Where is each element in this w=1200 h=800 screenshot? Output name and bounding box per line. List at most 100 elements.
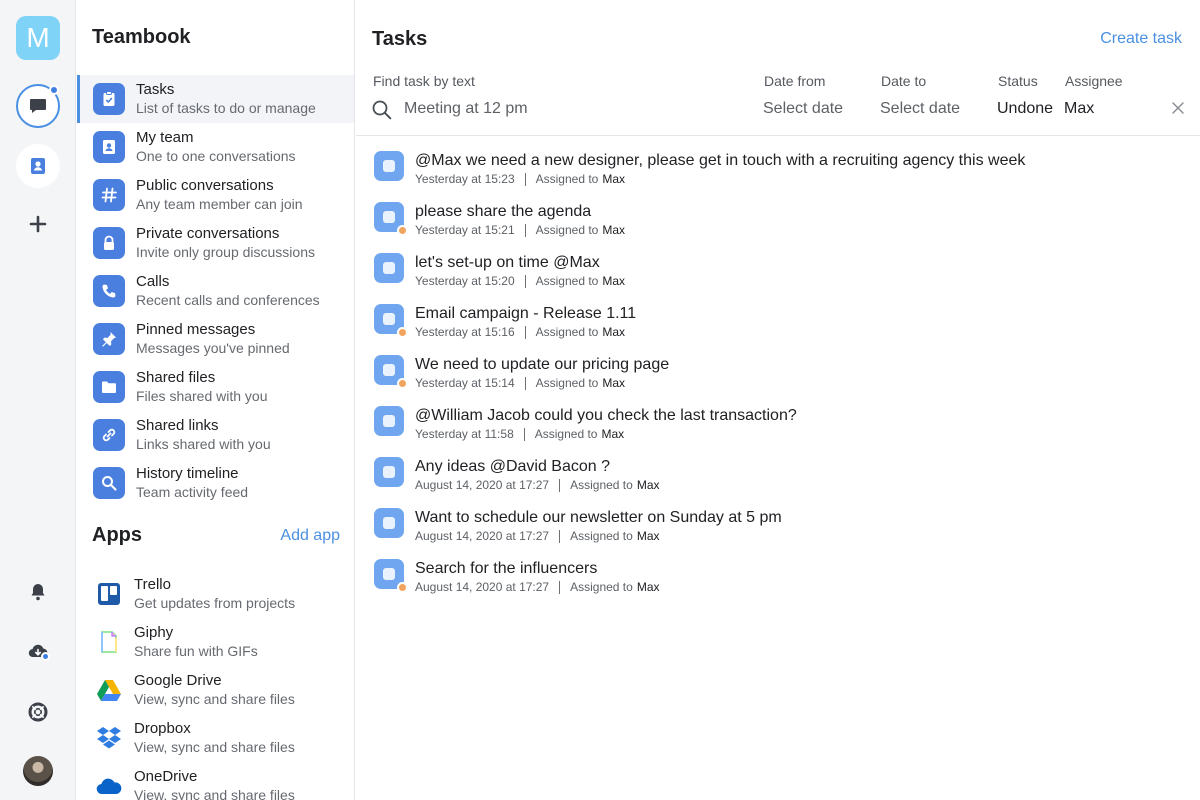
task-row[interactable]: We need to update our pricing page Yeste…	[356, 349, 1200, 400]
status-select[interactable]: Undone	[997, 100, 1053, 118]
lock-badge-icon	[397, 378, 408, 389]
app-label: Google Drive	[134, 672, 222, 689]
task-icon	[374, 151, 404, 181]
assigned-label: Assigned to	[534, 427, 598, 441]
sidebar-item-description: Files shared with you	[136, 388, 268, 404]
pin-icon	[93, 323, 125, 355]
close-icon[interactable]	[1171, 101, 1185, 115]
task-meta: Yesterday at 15:16 Assigned to Max	[415, 325, 625, 339]
chat-button[interactable]	[16, 84, 60, 128]
phone-icon	[93, 275, 125, 307]
meta-divider	[524, 223, 526, 237]
sidebar-item-label: Shared files	[136, 369, 216, 386]
assignee-select[interactable]: Max	[1064, 100, 1094, 118]
plus-icon	[29, 215, 47, 233]
downloads-button[interactable]	[26, 640, 50, 664]
sidebar-item-shared-files[interactable]: Shared files Files shared with you	[77, 363, 354, 411]
add-app-link[interactable]: Add app	[280, 527, 340, 545]
app-item-dropbox[interactable]: Dropbox View, sync and share files	[77, 714, 354, 762]
task-row[interactable]: Search for the influencers August 14, 20…	[356, 553, 1200, 604]
task-title: Any ideas @David Bacon ?	[415, 458, 611, 475]
contacts-icon	[31, 158, 45, 174]
task-row[interactable]: @Max we need a new designer, please get …	[356, 145, 1200, 196]
lock-badge-icon	[397, 327, 408, 338]
app-item-onedrive[interactable]: OneDrive View, sync and share files	[77, 762, 354, 800]
task-time: Yesterday at 15:23	[415, 172, 515, 186]
app-item-giphy[interactable]: Giphy Share fun with GIFs	[77, 618, 354, 666]
folder-icon	[93, 371, 125, 403]
task-title: Want to schedule our newsletter on Sunda…	[415, 509, 782, 526]
task-row[interactable]: Email campaign - Release 1.11 Yesterday …	[356, 298, 1200, 349]
page-title: Tasks	[372, 28, 428, 50]
date-from-picker[interactable]: Select date	[763, 100, 843, 118]
task-icon	[374, 457, 404, 487]
workspace-avatar[interactable]: M	[16, 16, 60, 60]
unread-badge	[49, 85, 59, 95]
bell-icon	[31, 584, 45, 601]
sidebar-item-description: Messages you've pinned	[136, 340, 290, 356]
help-button[interactable]	[26, 700, 50, 724]
search-icon	[372, 100, 392, 120]
app-item-google-drive[interactable]: Google Drive View, sync and share files	[77, 666, 354, 714]
task-row[interactable]: @William Jacob could you check the last …	[356, 400, 1200, 451]
task-title: @William Jacob could you check the last …	[415, 407, 797, 424]
task-title: Email campaign - Release 1.11	[415, 305, 637, 322]
giphy-icon	[95, 628, 123, 656]
task-assignee: Max	[602, 376, 626, 390]
chat-icon	[30, 99, 46, 113]
tasks-panel: Tasks Create task Find task by text Meet…	[356, 0, 1200, 800]
dropbox-icon	[95, 724, 123, 752]
task-row[interactable]: Want to schedule our newsletter on Sunda…	[356, 502, 1200, 553]
add-workspace-button[interactable]	[26, 212, 50, 236]
lifebuoy-icon	[28, 702, 48, 722]
app-item-trello[interactable]: Trello Get updates from projects	[77, 570, 354, 618]
task-time: August 14, 2020 at 17:27	[415, 478, 550, 492]
sidebar-item-label: Public conversations	[136, 177, 274, 194]
google-drive-icon	[95, 676, 123, 704]
task-icon	[374, 508, 404, 538]
sidebar-nav: Tasks List of tasks to do or manage My te…	[77, 75, 354, 507]
create-task-button[interactable]: Create task	[1100, 30, 1182, 48]
sidebar-item-my-team[interactable]: My team One to one conversations	[77, 123, 354, 171]
contacts-button[interactable]	[16, 144, 60, 188]
lock-icon	[93, 227, 125, 259]
user-avatar[interactable]	[23, 756, 53, 786]
sidebar-item-shared-links[interactable]: Shared links Links shared with you	[77, 411, 354, 459]
task-meta: Yesterday at 11:58 Assigned to Max	[415, 427, 624, 441]
task-time: August 14, 2020 at 17:27	[415, 580, 550, 594]
notifications-button[interactable]	[26, 580, 50, 604]
sidebar-item-description: Invite only group discussions	[136, 244, 315, 260]
apps-header: Apps Add app	[92, 524, 340, 547]
lock-badge-icon	[397, 225, 408, 236]
date-to-picker[interactable]: Select date	[880, 100, 960, 118]
task-title: Search for the influencers	[415, 560, 598, 577]
sidebar-item-private-conversations[interactable]: Private conversations Invite only group d…	[77, 219, 354, 267]
app-label: Trello	[134, 576, 171, 593]
task-time: Yesterday at 11:58	[415, 427, 514, 441]
status-label: Status	[998, 73, 1038, 89]
task-assignee: Max	[602, 172, 626, 186]
search-input[interactable]: Meeting at 12 pm	[404, 100, 744, 118]
sidebar-item-label: Shared links	[136, 417, 219, 434]
task-row[interactable]: let's set-up on time @Max Yesterday at 1…	[356, 247, 1200, 298]
app-description: Get updates from projects	[134, 595, 296, 611]
search-label: Find task by text	[373, 73, 475, 89]
sidebar-item-public-conversations[interactable]: Public conversations Any team member can …	[77, 171, 354, 219]
task-list: @Max we need a new designer, please get …	[356, 145, 1200, 604]
sidebar-item-pinned-messages[interactable]: Pinned messages Messages you've pinned	[77, 315, 354, 363]
sidebar-item-label: Private conversations	[136, 225, 280, 242]
task-meta: Yesterday at 15:20 Assigned to Max	[415, 274, 625, 288]
link-icon	[93, 419, 125, 451]
task-icon	[374, 406, 404, 436]
task-title: let's set-up on time @Max	[415, 254, 600, 271]
task-assignee: Max	[636, 529, 660, 543]
sidebar-item-tasks[interactable]: Tasks List of tasks to do or manage	[77, 75, 354, 123]
meta-divider	[523, 427, 525, 441]
task-row[interactable]: please share the agenda Yesterday at 15:…	[356, 196, 1200, 247]
task-row[interactable]: Any ideas @David Bacon ? August 14, 2020…	[356, 451, 1200, 502]
app-description: Share fun with GIFs	[134, 643, 258, 659]
assigned-label: Assigned to	[570, 580, 633, 594]
sidebar-item-history-timeline[interactable]: History timeline Team activity feed	[77, 459, 354, 507]
sidebar-item-calls[interactable]: Calls Recent calls and conferences	[77, 267, 354, 315]
sidebar: Teambook Tasks List of tasks to do or man…	[77, 0, 355, 800]
